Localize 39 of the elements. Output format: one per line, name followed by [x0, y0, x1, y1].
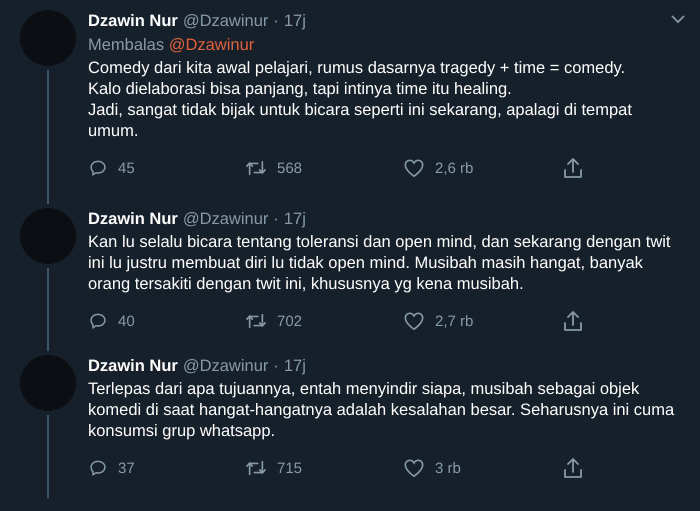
- author-name[interactable]: Dzawin Nur: [88, 357, 178, 376]
- author-name[interactable]: Dzawin Nur: [88, 12, 178, 31]
- heart-icon[interactable]: [403, 311, 425, 331]
- mention-link[interactable]: @Dzawinur: [168, 36, 254, 54]
- retweet-icon[interactable]: [245, 458, 267, 478]
- tweet-time[interactable]: 17j: [284, 12, 306, 31]
- author-handle: @Dzawinur: [182, 12, 268, 31]
- tweet-text: Terlepas dari apa tujuannya, entah menyindir siapa, musibah sebagai objek komedi di saat hangat-hangatnya adalah kesalahan besar. Seharusnya ini cuma konsumsi grup whatsapp.: [88, 379, 676, 442]
- retweet-icon[interactable]: [245, 158, 267, 178]
- heart-icon[interactable]: [403, 158, 425, 178]
- reply-icon[interactable]: [88, 458, 108, 478]
- reply-count: 37: [118, 460, 135, 476]
- like-count: 2,7 rb: [435, 312, 474, 330]
- share-icon[interactable]: [563, 157, 583, 179]
- retweet-count: 702: [277, 312, 302, 330]
- retweet-count: 715: [277, 460, 302, 476]
- retweet-count: 568: [277, 160, 302, 176]
- author-handle: @Dzawinur: [182, 357, 268, 376]
- reply-count: 40: [118, 312, 135, 330]
- reply-icon[interactable]: [88, 311, 108, 331]
- like-count: 3 rb: [435, 460, 461, 476]
- retweet-icon[interactable]: [245, 311, 267, 331]
- tweet-text: Kan lu selalu bicara tentang toleransi dan open mind, dan sekarang dengan twit ini lu justru membuat diri lu tidak open mind. Musibah masih hangat, banyak orang tersakiti dengan twit ini, khususnya yg kena musibah.: [88, 232, 672, 295]
- reply-label: Membalas: [88, 36, 164, 54]
- chevron-down-icon[interactable]: [670, 14, 686, 24]
- share-icon[interactable]: [563, 457, 583, 479]
- reply-count: 45: [118, 160, 135, 176]
- separator-dot: ·: [273, 357, 279, 376]
- tweet-time[interactable]: 17j: [284, 210, 306, 229]
- reply-icon[interactable]: [88, 158, 108, 178]
- tweet-text: Comedy dari kita awal pelajari, rumus dasarnya tragedy + time = comedy. Kalo dielaborasi bisa panjang, tapi intinya time itu healing. Jadi, sangat tidak bijak untuk bicara seperti ini sekarang, apalagi di tempat umum.: [88, 58, 633, 142]
- author-handle: @Dzawinur: [182, 210, 268, 229]
- separator-dot: ·: [273, 12, 279, 31]
- heart-icon[interactable]: [403, 458, 425, 478]
- like-count: 2,6 rb: [435, 160, 474, 176]
- share-icon[interactable]: [563, 310, 583, 332]
- separator-dot: ·: [273, 210, 279, 229]
- tweet-time[interactable]: 17j: [284, 357, 306, 376]
- author-name[interactable]: Dzawin Nur: [88, 210, 178, 229]
